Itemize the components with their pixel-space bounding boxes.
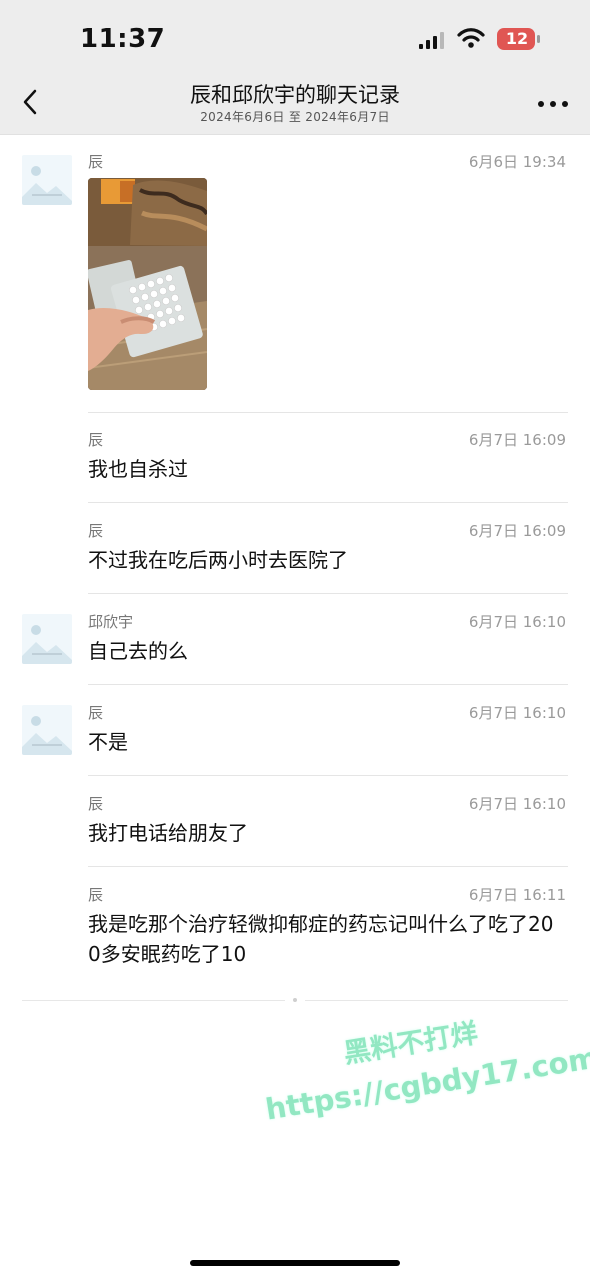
avatar-placeholder-icon [22, 155, 72, 205]
message-text: 我打电话给朋友了 [88, 821, 248, 845]
status-bar: 11:37 12 [0, 0, 590, 70]
message-text: 我也自杀过 [88, 457, 188, 481]
home-indicator[interactable] [190, 1260, 400, 1266]
status-time: 11:37 [80, 24, 166, 54]
message-time: 6月7日 16:10 [468, 613, 566, 631]
more-options-icon[interactable] [537, 100, 569, 108]
sender-name: 辰 [88, 795, 104, 813]
message-text: 不是 [88, 730, 128, 754]
chat-message[interactable]: 辰 6月7日 16:09 我也自杀过 [0, 412, 590, 503]
sender-name: 邱欣宇 [88, 613, 134, 631]
sender-name: 辰 [88, 704, 104, 722]
wifi-icon [457, 28, 485, 48]
sender-name: 辰 [88, 153, 104, 171]
message-time: 6月7日 16:10 [468, 704, 566, 722]
message-time: 6月7日 16:11 [468, 886, 566, 904]
end-of-record-divider-right [305, 1000, 568, 1001]
watermark: 黑料不打烊 https://cgbdy17.com [250, 957, 590, 1129]
message-time: 6月6日 19:34 [468, 153, 566, 171]
chat-message[interactable]: 辰 6月7日 16:10 不是 [0, 685, 590, 776]
page-title: 辰和邱欣宇的聊天记录 [190, 83, 400, 107]
message-time: 6月7日 16:10 [468, 795, 566, 813]
watermark-line-2: https://cgbdy17.com [263, 1040, 590, 1127]
chat-message[interactable]: 辰 6月7日 16:10 我打电话给朋友了 [0, 776, 590, 867]
message-text: 不过我在吃后两小时去医院了 [88, 548, 348, 572]
end-of-record-dot [293, 998, 297, 1002]
chat-record-header: 辰和邱欣宇的聊天记录 2024年6月6日 至 2024年6月7日 [0, 70, 590, 135]
sender-name: 辰 [88, 431, 104, 449]
message-text: 自己去的么 [88, 639, 188, 663]
chat-message[interactable]: 邱欣宇 6月7日 16:10 自己去的么 [0, 594, 590, 685]
avatar-placeholder-icon [22, 614, 72, 664]
battery-percent: 12 [505, 29, 529, 48]
end-of-record-divider-left [22, 1000, 285, 1001]
back-arrow-icon[interactable] [16, 87, 46, 117]
chat-message[interactable]: 辰 6月6日 19:34 [0, 150, 590, 413]
avatar-placeholder-icon [22, 705, 72, 755]
sender-name: 辰 [88, 522, 104, 540]
message-time: 6月7日 16:09 [468, 522, 566, 540]
message-time: 6月7日 16:09 [468, 431, 566, 449]
date-range-subtitle: 2024年6月6日 至 2024年6月7日 [200, 110, 390, 124]
chat-message[interactable]: 辰 6月7日 16:09 不过我在吃后两小时去医院了 [0, 503, 590, 594]
message-text: 我是吃那个治疗轻微抑郁症的药忘记叫什么了吃了200多安眠药吃了10 [88, 912, 554, 966]
watermark-line-1: 黑料不打烊 [341, 1017, 480, 1070]
cellular-signal-icon [419, 32, 444, 49]
chat-message[interactable]: 辰 6月7日 16:11 我是吃那个治疗轻微抑郁症的药忘记叫什么了吃了200多安… [0, 867, 590, 977]
sender-name: 辰 [88, 886, 104, 904]
image-message-photo[interactable] [88, 178, 207, 390]
